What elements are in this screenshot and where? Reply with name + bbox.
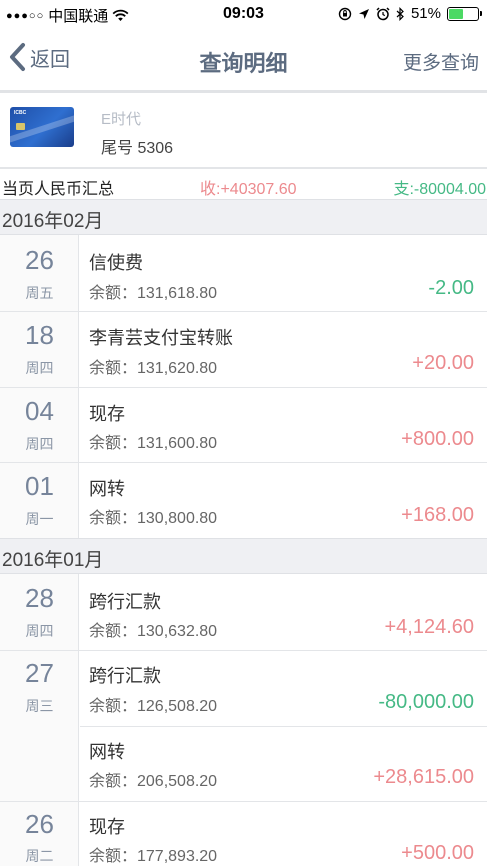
tx-weekday: 周二 xyxy=(25,848,54,864)
tx-amount: +28,615.00 xyxy=(373,766,474,788)
tx-balance: 余额：126,508.20 xyxy=(89,698,218,715)
rotation-lock-icon xyxy=(338,7,352,20)
tx-balance: 余额：131,620.80 xyxy=(89,360,218,377)
navigation-bar: 返回 查询明细 更多查询 xyxy=(0,28,487,90)
alarm-clock-icon xyxy=(376,6,390,20)
page-summary: 当页人民币汇总 收:+40307.60 支:-80004.00 xyxy=(0,169,487,199)
tx-weekday: 周四 xyxy=(25,360,54,376)
tx-amount: +4,124.60 xyxy=(384,616,474,638)
tx-weekday: 周四 xyxy=(25,436,54,452)
tx-weekday: 周三 xyxy=(25,698,54,714)
month-label: 2016年01月 xyxy=(2,550,104,571)
tx-day: 04 xyxy=(25,396,54,426)
bank-card-image: ICBC xyxy=(10,107,74,147)
tx-amount: -2.00 xyxy=(428,277,474,299)
tx-balance: 余额：177,893.20 xyxy=(89,848,218,865)
row-divider xyxy=(0,311,487,312)
status-right: 51% xyxy=(338,5,482,22)
tx-title: 现存 xyxy=(89,404,125,424)
tx-amount: -80,000.00 xyxy=(378,691,474,713)
row-divider xyxy=(0,387,487,388)
tx-title: 网转 xyxy=(89,479,125,499)
tx-balance: 余额：131,600.80 xyxy=(89,435,218,452)
summary-income: 收:+40307.60 xyxy=(200,181,297,198)
tx-day: 27 xyxy=(25,658,54,688)
tx-amount: +20.00 xyxy=(412,352,474,374)
tx-title: 跨行汇款 xyxy=(89,666,161,686)
tx-day: 28 xyxy=(25,583,54,613)
month-header-feb: 2016年02月 xyxy=(0,199,487,235)
card-name: E时代 xyxy=(101,111,142,128)
tx-title: 跨行汇款 xyxy=(89,592,161,612)
row-divider xyxy=(80,726,487,727)
bluetooth-icon xyxy=(396,6,404,21)
month-label: 2016年02月 xyxy=(2,211,104,232)
battery-fill xyxy=(449,8,464,19)
summary-label: 当页人民币汇总 xyxy=(2,181,115,198)
tx-day: 26 xyxy=(25,245,54,275)
tx-amount: +800.00 xyxy=(401,428,474,450)
status-bar: ●●●○○ 中国联通 09:03 51% xyxy=(0,0,487,28)
month-header-jan: 2016年01月 xyxy=(0,538,487,574)
row-divider xyxy=(0,462,487,463)
tx-balance: 余额：131,618.80 xyxy=(89,285,218,302)
battery-icon xyxy=(447,6,482,21)
row-divider xyxy=(0,801,487,802)
card-chip xyxy=(16,123,25,130)
tx-day: 01 xyxy=(25,471,54,501)
tx-title: 现存 xyxy=(89,817,125,837)
card-info[interactable]: ICBC E时代 尾号 5306 xyxy=(0,93,487,167)
tx-weekday: 周四 xyxy=(25,623,54,639)
tx-day: 18 xyxy=(25,320,54,350)
tx-balance: 余额：206,508.20 xyxy=(89,773,218,790)
summary-expense: 支:-80004.00 xyxy=(393,181,486,198)
tx-balance: 余额：130,800.80 xyxy=(89,510,218,527)
card-tail-number: 尾号 5306 xyxy=(101,140,174,157)
tx-title: 网转 xyxy=(89,742,125,762)
tx-weekday: 周一 xyxy=(25,511,54,527)
battery-percentage: 51% xyxy=(410,5,441,22)
tx-amount: +168.00 xyxy=(401,504,474,526)
tx-title: 信使费 xyxy=(89,253,143,273)
location-arrow-icon xyxy=(358,8,369,19)
tx-day: 26 xyxy=(25,809,54,839)
tx-title: 李青芸支付宝转账 xyxy=(89,328,233,348)
row-divider xyxy=(0,650,487,651)
more-query-button[interactable]: 更多查询 xyxy=(403,48,479,75)
card-logo: ICBC xyxy=(14,110,27,116)
tx-amount: +500.00 xyxy=(401,842,474,864)
tx-weekday: 周五 xyxy=(25,285,54,301)
tx-balance: 余额：130,632.80 xyxy=(89,623,218,640)
